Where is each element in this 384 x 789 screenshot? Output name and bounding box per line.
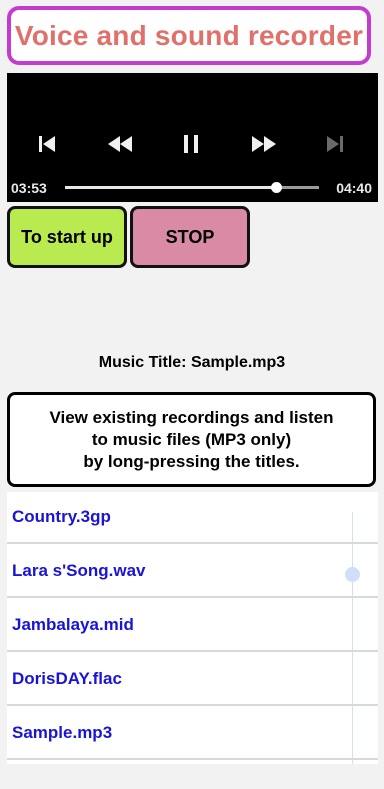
music-title: Music Title: Sample.mp3	[98, 354, 286, 371]
file-list: Country.3gp Lara s'Song.wav Jambalaya.mi…	[7, 492, 378, 764]
pause-icon[interactable]	[177, 130, 205, 158]
list-item[interactable]: Jambalaya.mid	[7, 600, 378, 652]
stop-button[interactable]: STOP	[130, 206, 250, 268]
seek-thumb[interactable]	[271, 182, 283, 193]
app-title: Voice and sound recorder	[7, 6, 371, 65]
rewind-icon[interactable]	[103, 130, 137, 158]
info-box: View existing recordings and listen to m…	[7, 392, 376, 487]
skip-previous-icon[interactable]	[33, 130, 61, 158]
file-name: DorisDAY.flac	[12, 669, 122, 688]
info-line: View existing recordings and listen	[49, 407, 334, 427]
fast-forward-icon[interactable]	[247, 130, 281, 158]
media-player: 03:53 04:40	[7, 73, 378, 202]
scrollbar-thumb[interactable]	[345, 567, 360, 582]
file-name: Country.3gp	[12, 507, 111, 526]
info-line: by long-pressing the titles.	[83, 451, 300, 471]
seek-progress	[65, 186, 277, 189]
total-time: 04:40	[336, 180, 372, 196]
seek-bar[interactable]	[65, 182, 319, 193]
file-name: Jambalaya.mid	[12, 615, 134, 634]
skip-next-icon	[321, 130, 349, 158]
file-name: Lara s'Song.wav	[12, 561, 146, 580]
file-name: Sample.mp3	[12, 723, 113, 742]
start-button[interactable]: To start up	[7, 206, 127, 268]
list-item[interactable]: Sample.mp3	[7, 708, 378, 760]
current-time: 03:53	[11, 180, 47, 196]
list-item[interactable]: DorisDAY.flac	[7, 654, 378, 706]
list-item[interactable]: Lara s'Song.wav	[7, 546, 378, 598]
list-item[interactable]: Country.3gp	[7, 492, 378, 544]
info-line: to music files (MP3 only)	[91, 429, 292, 449]
list-footer	[7, 764, 378, 789]
scrollbar-track[interactable]	[352, 512, 353, 764]
